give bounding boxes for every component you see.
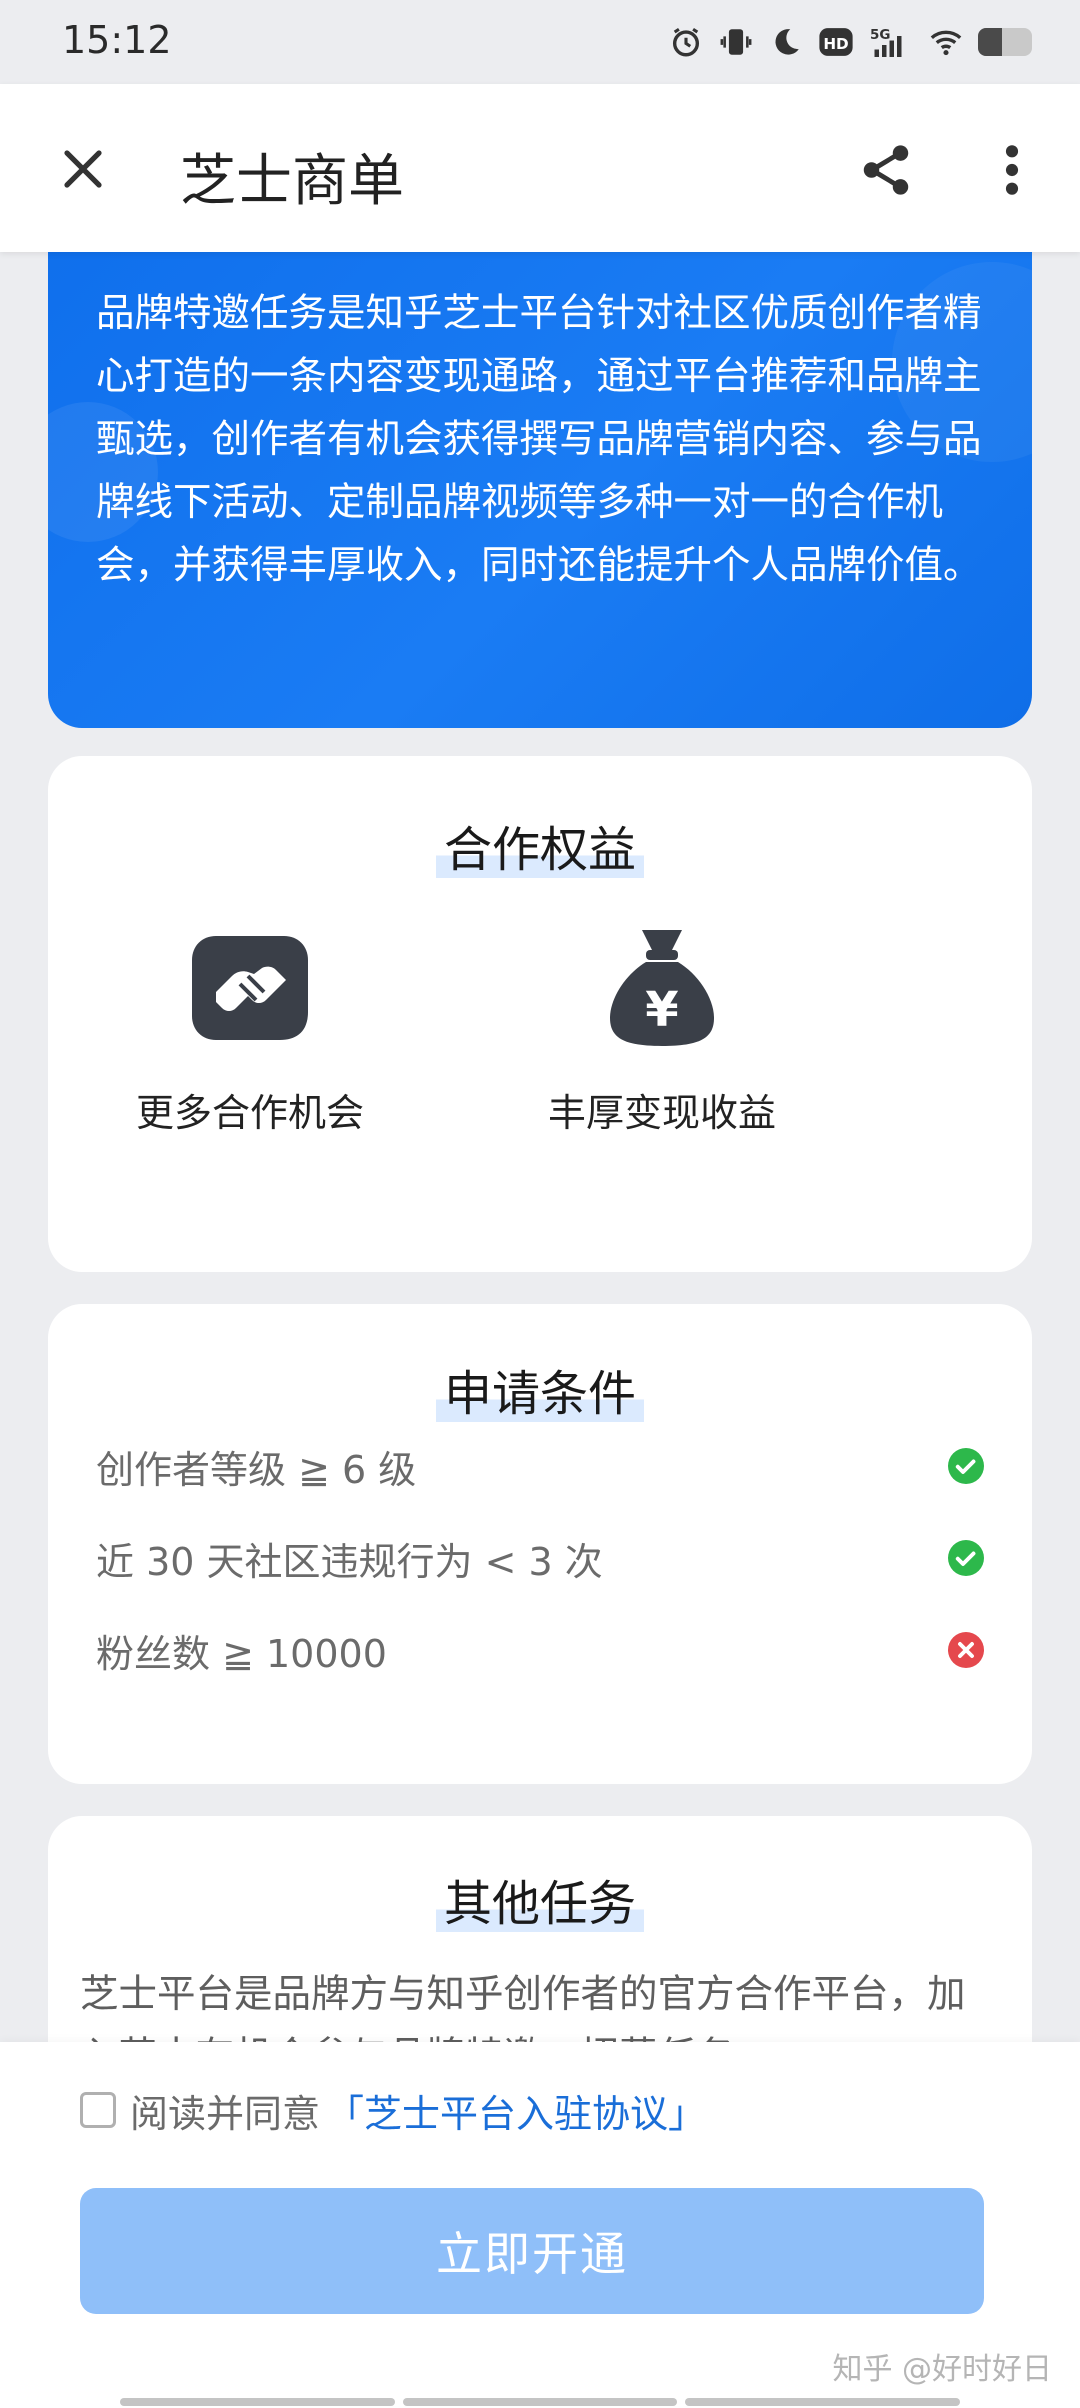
activate-button[interactable]: 立即开通 <box>80 2188 984 2314</box>
requirement-row: 近 30 天社区违规行为 < 3 次 <box>96 1528 984 1588</box>
requirements-card: 申请条件 创作者等级 ≧ 6 级 近 30 天社区违规行为 < 3 次 粉丝数 … <box>48 1304 1032 1784</box>
money-bag-icon: ¥ <box>600 926 724 1050</box>
benefit-item-income[interactable]: ¥ 丰厚变现收益 <box>472 926 852 1137</box>
agree-checkbox[interactable] <box>80 2092 116 2128</box>
vibrate-icon <box>718 24 754 60</box>
requirements-title: 申请条件 <box>48 1354 1032 1424</box>
requirement-text: 近 30 天社区违规行为 < 3 次 <box>96 1539 603 1584</box>
svg-text:¥: ¥ <box>645 982 678 1038</box>
other-tasks-text: 芝士平台是品牌方与知乎创作者的官方合作平台，加入芝士有机会参与品牌特邀、招募任务 <box>80 1972 966 2042</box>
wifi-icon <box>928 24 964 60</box>
check-circle-icon <box>948 1540 984 1576</box>
agreement-link[interactable]: 「芝士平台入驻协议」 <box>326 2083 706 2138</box>
check-circle-icon <box>948 1448 984 1484</box>
app-bar: 芝士商单 <box>0 84 1080 252</box>
bottom-panel: 阅读并同意 「芝士平台入驻协议」 立即开通 知乎 @好时好日 <box>0 2042 1080 2408</box>
intro-card: 品牌特邀任务是知乎芝士平台针对社区优质创作者精心打造的一条内容变现通路，通过平台… <box>48 252 1032 728</box>
agree-text: 阅读并同意 <box>130 2091 321 2136</box>
agreement-row: 阅读并同意 「芝士平台入驻协议」 <box>80 2080 706 2140</box>
svg-text:5G: 5G <box>870 27 890 43</box>
hd-icon: HD <box>818 24 854 60</box>
other-tasks-card: 其他任务 芝士平台是品牌方与知乎创作者的官方合作平台，加入芝士有机会参与品牌特邀… <box>48 1816 1032 2042</box>
benefit-item-opportunities[interactable]: 更多合作机会 <box>60 926 440 1137</box>
moon-icon <box>768 24 804 60</box>
page-title: 芝士商单 <box>180 149 404 214</box>
more-vertical-icon <box>1005 145 1019 195</box>
close-icon <box>64 150 102 188</box>
status-time: 15:12 <box>62 18 172 62</box>
cross-circle-icon <box>948 1632 984 1668</box>
navigation-bar <box>120 2398 961 2406</box>
alarm-icon <box>668 24 704 60</box>
benefit-label: 丰厚变现收益 <box>547 1091 776 1135</box>
status-bar: 15:12 HD 5G <box>0 0 1080 84</box>
battery-icon <box>978 28 1032 56</box>
share-button[interactable] <box>850 134 922 206</box>
share-icon <box>863 145 909 195</box>
more-button[interactable] <box>982 134 1042 206</box>
requirement-row: 创作者等级 ≧ 6 级 <box>96 1436 984 1496</box>
requirement-text: 创作者等级 ≧ 6 级 <box>96 1447 417 1492</box>
requirement-row: 粉丝数 ≧ 10000 <box>96 1620 984 1680</box>
handshake-icon <box>188 926 312 1050</box>
close-button[interactable] <box>48 134 118 204</box>
benefits-card: 合作权益 更多合作机会 ¥ 丰厚变现收益 <box>48 756 1032 1272</box>
content-scroll[interactable]: 品牌特邀任务是知乎芝士平台针对社区优质创作者精心打造的一条内容变现通路，通过平台… <box>0 252 1080 2042</box>
svg-text:HD: HD <box>823 35 848 53</box>
other-tasks-title: 其他任务 <box>48 1864 1032 1934</box>
signal-5g-icon: 5G <box>868 24 914 60</box>
status-icons: HD 5G <box>668 20 1032 64</box>
watermark: 知乎 @好时好日 <box>832 2352 1052 2387</box>
benefits-title: 合作权益 <box>48 810 1032 880</box>
intro-text: 品牌特邀任务是知乎芝士平台针对社区优质创作者精心打造的一条内容变现通路，通过平台… <box>96 291 982 588</box>
requirement-text: 粉丝数 ≧ 10000 <box>96 1631 387 1676</box>
benefit-label: 更多合作机会 <box>135 1091 364 1135</box>
